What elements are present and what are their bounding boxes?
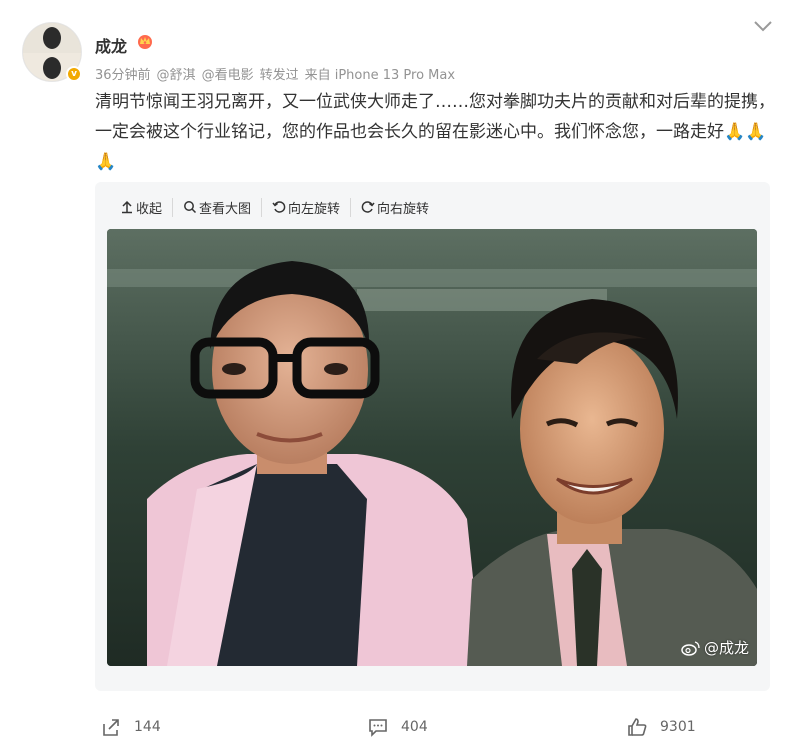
avatar-figure-bottom [43, 57, 61, 79]
post-content: 清明节惊闻王羽兄离开，又一位武侠大师走了……您对拳脚功夫片的贡献和对后辈的提携，… [95, 92, 775, 172]
rotate-left-icon [272, 201, 286, 213]
rotate-right-icon [361, 201, 375, 213]
search-icon [184, 201, 197, 214]
post-photo[interactable]: @成龙 [107, 229, 757, 666]
rotate-right-button[interactable]: 向右旋转 [351, 198, 439, 217]
view-large-label: 查看大图 [199, 201, 252, 217]
verified-badge-icon: v [66, 66, 82, 82]
like-button[interactable]: 9301 [626, 716, 696, 738]
watermark-text: @成龙 [703, 639, 749, 657]
comment-count: 404 [401, 719, 428, 735]
comment-icon [369, 719, 387, 737]
collapse-arrow-icon [122, 200, 132, 214]
chevron-down-icon[interactable] [752, 18, 774, 34]
photo-watermark: @成龙 [681, 637, 749, 658]
photo-illustration [107, 229, 757, 666]
rotate-left-label: 向左旋转 [288, 201, 341, 217]
post-time[interactable]: 36分钟前 [95, 68, 151, 83]
collapse-label: 收起 [136, 201, 163, 217]
media-toolbar: 收起 查看大图 向左旋转 向右旋转 [120, 196, 439, 218]
mention-link[interactable]: @舒淇 [157, 68, 196, 83]
share-count: 144 [134, 719, 161, 735]
weibo-logo-icon [681, 640, 700, 656]
post-source: 来自 iPhone 13 Pro Max [304, 68, 456, 83]
rotate-right-label: 向右旋转 [377, 201, 430, 217]
comment-button[interactable]: 404 [367, 716, 428, 738]
share-button[interactable]: 144 [100, 716, 161, 738]
author-name[interactable]: 成龙 [95, 33, 127, 57]
avatar-figure-top [43, 27, 61, 49]
collapse-button[interactable]: 收起 [120, 197, 174, 217]
post-meta: 36分钟前 @舒淇 @看电影 转发过 来自 iPhone 13 Pro Max [95, 64, 461, 83]
repost-text: 转发过 [259, 68, 299, 83]
like-count: 9301 [660, 719, 696, 735]
share-icon [103, 719, 119, 736]
mention-link[interactable]: @看电影 [202, 68, 254, 83]
view-large-button[interactable]: 查看大图 [173, 197, 263, 217]
thumbs-up-icon [628, 718, 647, 736]
rotate-left-button[interactable]: 向左旋转 [262, 197, 352, 217]
vip-crown-icon [138, 35, 152, 49]
